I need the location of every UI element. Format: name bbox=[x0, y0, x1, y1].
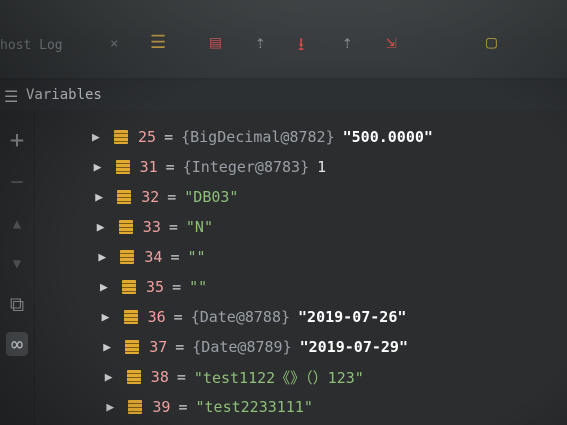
array-element-icon bbox=[118, 220, 133, 234]
variable-value: "" bbox=[187, 248, 206, 266]
variable-index: 32 bbox=[141, 188, 160, 206]
equals-sign: = bbox=[172, 278, 182, 296]
object-reference: {Integer@8783} bbox=[182, 158, 310, 176]
watches-sidebar: + − ▲ ▼ ⧉ ∞ bbox=[0, 110, 35, 425]
variable-index: 37 bbox=[149, 338, 168, 356]
array-element-icon bbox=[120, 250, 135, 264]
object-reference: {Date@8788} bbox=[190, 308, 291, 326]
variable-value: "N" bbox=[185, 218, 213, 236]
step-into-icon[interactable]: ⭳ bbox=[298, 32, 304, 62]
equals-sign: = bbox=[168, 218, 178, 236]
equals-sign: = bbox=[176, 368, 186, 386]
variable-value: "2019-07-26" bbox=[298, 308, 407, 326]
panel-title: Variables bbox=[26, 87, 102, 103]
equals-sign: = bbox=[165, 158, 175, 176]
watches-icon[interactable]: ∞ bbox=[6, 332, 28, 356]
variable-index: 25 bbox=[138, 128, 157, 146]
copy-icon[interactable]: ⧉ bbox=[6, 292, 28, 316]
expand-arrow-icon[interactable]: ▶ bbox=[95, 190, 117, 205]
variable-row[interactable]: ▶ 38 = "test1122《》（）123" bbox=[105, 364, 364, 390]
close-icon[interactable]: × bbox=[110, 36, 118, 52]
variable-row[interactable]: ▶ 35 = "" bbox=[100, 274, 207, 300]
variable-value: "500.0000" bbox=[342, 128, 433, 146]
expand-arrow-icon[interactable]: ▶ bbox=[105, 370, 127, 385]
equals-sign: = bbox=[178, 398, 188, 416]
evaluate-icon[interactable]: ▢ bbox=[486, 32, 497, 53]
step-out-icon[interactable]: ⇡ bbox=[342, 32, 353, 53]
variable-index: 31 bbox=[139, 158, 158, 176]
add-watch-icon[interactable]: + bbox=[6, 126, 28, 154]
frames-icon[interactable]: ▤ bbox=[210, 32, 221, 53]
expand-arrow-icon[interactable]: ▶ bbox=[106, 400, 128, 415]
array-element-icon bbox=[128, 400, 143, 414]
variable-row[interactable]: ▶ 31 = {Integer@8783} 1 bbox=[94, 154, 327, 180]
equals-sign: = bbox=[173, 308, 183, 326]
expand-arrow-icon[interactable]: ▶ bbox=[97, 220, 119, 235]
variable-value: "" bbox=[189, 278, 208, 296]
array-element-icon bbox=[123, 310, 138, 324]
debugger-toolbar: host Log × ☰ ▤ ⇡ ⭳ ⇡ ⇲ ▢ bbox=[0, 0, 567, 78]
object-reference: {BigDecimal@8782} bbox=[181, 128, 335, 146]
step-over-icon[interactable]: ⇡ bbox=[255, 32, 266, 53]
remove-watch-icon[interactable]: − bbox=[6, 170, 28, 195]
move-up-icon[interactable]: ▲ bbox=[6, 216, 28, 232]
array-element-icon bbox=[115, 160, 130, 174]
equals-sign: = bbox=[167, 188, 177, 206]
variable-row[interactable]: ▶ 34 = "" bbox=[98, 244, 205, 270]
variable-value: "2019-07-29" bbox=[299, 338, 408, 356]
variable-row[interactable]: ▶ 33 = "N" bbox=[97, 214, 213, 240]
variable-row[interactable]: ▶ 37 = {Date@8789} "2019-07-29" bbox=[103, 334, 408, 360]
variable-index: 39 bbox=[152, 398, 171, 416]
equals-sign: = bbox=[170, 248, 180, 266]
variable-value: "DB03" bbox=[184, 188, 239, 206]
variable-value: 1 bbox=[317, 158, 327, 176]
move-down-icon[interactable]: ▼ bbox=[6, 256, 28, 272]
tab-host-log[interactable]: host Log bbox=[0, 38, 63, 53]
variable-row[interactable]: ▶ 32 = "DB03" bbox=[95, 184, 238, 210]
variable-index: 38 bbox=[150, 368, 169, 386]
run-to-cursor-icon[interactable]: ⇲ bbox=[386, 32, 397, 53]
variables-panel-header: ☰ Variables bbox=[0, 80, 567, 110]
layout-icon[interactable]: ☰ bbox=[150, 32, 166, 53]
variable-index: 36 bbox=[147, 308, 166, 326]
array-element-icon bbox=[122, 280, 136, 294]
variable-value: "test2233111" bbox=[195, 398, 313, 416]
variable-value: "test1122《》（）123" bbox=[193, 368, 364, 387]
object-reference: {Date@8789} bbox=[192, 338, 292, 356]
variable-row[interactable]: ▶ 36 = {Date@8788} "2019-07-26" bbox=[102, 304, 407, 330]
expand-arrow-icon[interactable]: ▶ bbox=[103, 340, 125, 355]
equals-sign: = bbox=[164, 128, 174, 146]
variable-index: 35 bbox=[146, 278, 165, 296]
array-element-icon bbox=[125, 340, 140, 354]
expand-arrow-icon[interactable]: ▶ bbox=[98, 250, 120, 265]
variables-list-icon: ☰ bbox=[4, 87, 19, 106]
equals-sign: = bbox=[175, 338, 185, 356]
variable-index: 34 bbox=[144, 248, 163, 266]
array-element-icon bbox=[114, 130, 128, 144]
expand-arrow-icon[interactable]: ▶ bbox=[102, 310, 124, 325]
expand-arrow-icon[interactable]: ▶ bbox=[94, 160, 116, 175]
expand-arrow-icon[interactable]: ▶ bbox=[92, 130, 114, 145]
expand-arrow-icon[interactable]: ▶ bbox=[100, 280, 122, 295]
variable-row[interactable]: ▶ 39 = "test2233111" bbox=[106, 394, 313, 420]
variable-index: 33 bbox=[142, 218, 161, 236]
array-element-icon bbox=[126, 370, 141, 384]
array-element-icon bbox=[117, 190, 132, 204]
variable-row[interactable]: ▶ 25 = {BigDecimal@8782} "500.0000" bbox=[92, 124, 433, 150]
